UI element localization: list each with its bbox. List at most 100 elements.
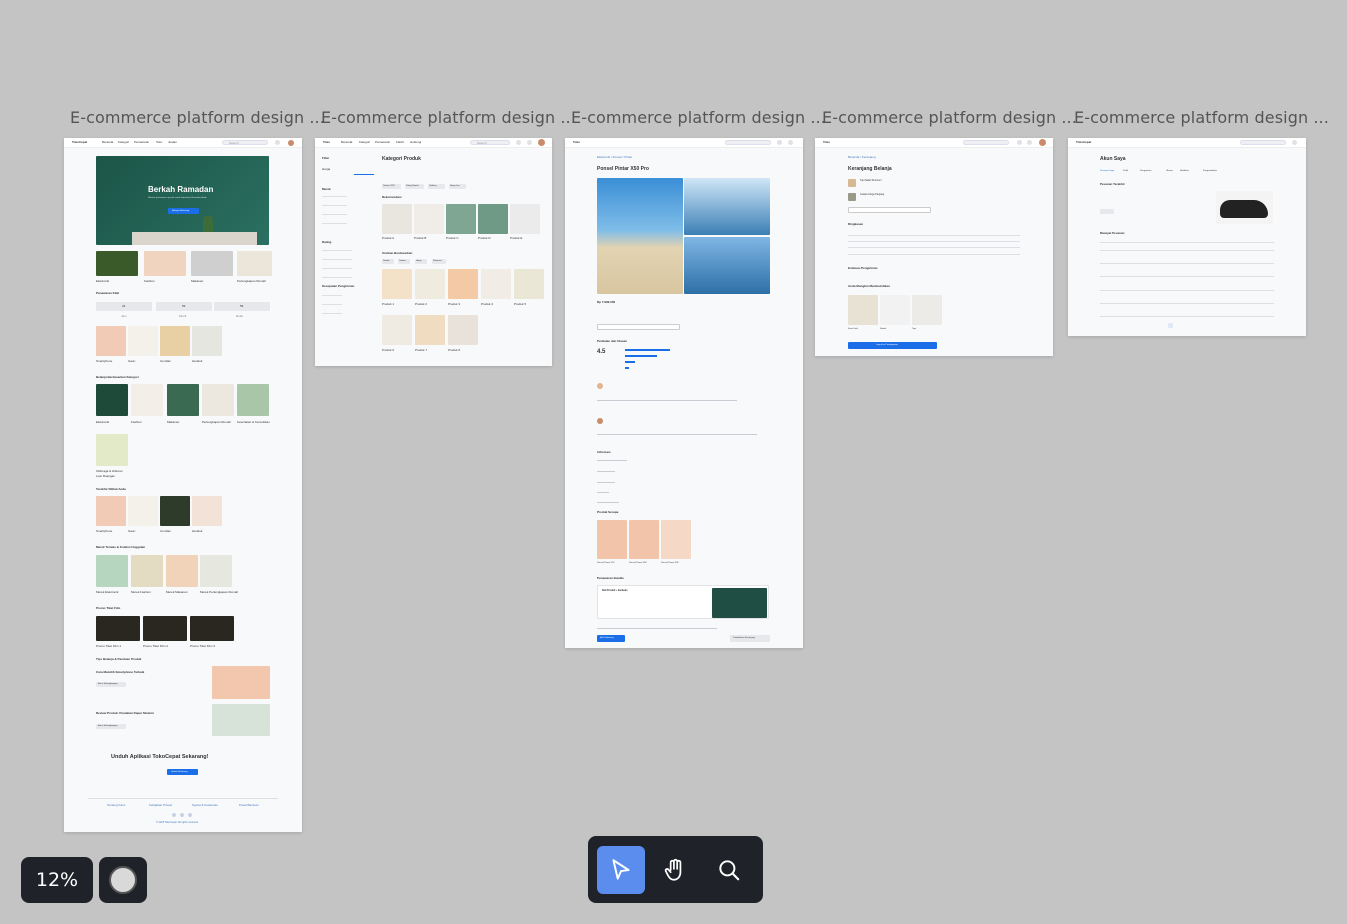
pagination-active[interactable] [1168,323,1173,328]
brand-image[interactable] [200,555,232,587]
account-tab[interactable]: Profil [1123,170,1128,172]
zoom-level-indicator[interactable]: 12% [21,857,93,903]
bycat-image[interactable] [96,434,128,466]
heart-icon[interactable] [516,140,521,145]
cat-fashion-image[interactable] [144,251,186,276]
bundle-card[interactable]: Beli Produk + Earbuds [597,585,769,619]
cart-item-image[interactable] [848,179,856,187]
avatar[interactable] [538,139,545,146]
product-image[interactable] [478,204,508,234]
product-image[interactable] [514,269,544,299]
tip-read-more-button[interactable]: Baca Selengkapnya [96,682,126,687]
cat-home-image[interactable] [237,251,272,276]
cart-search-input[interactable] [963,140,1009,145]
cart-icon[interactable] [527,140,532,145]
sort-chip[interactable]: Rekomen [432,259,446,264]
home-brand[interactable]: TokoCepat [72,141,87,144]
product-image[interactable] [481,269,511,299]
account-tab[interactable]: Notifikasi [1180,170,1189,172]
cart-icon[interactable] [275,140,280,145]
product-brand[interactable]: Toko [573,141,580,144]
brand-image[interactable] [96,555,128,587]
order-detail-button[interactable] [1100,209,1114,214]
catalog-search-input[interactable]: Search [470,140,510,145]
price-slider[interactable] [354,174,374,175]
bycat-image[interactable] [96,384,128,416]
product-search-input[interactable] [725,140,771,145]
breadcrumb[interactable]: Beranda / Keranjang [848,156,876,159]
filter-option[interactable] [322,214,347,215]
product-main-image[interactable] [597,178,683,294]
product-image[interactable] [448,269,478,299]
home-nav-item[interactable]: Beranda [102,141,113,144]
account-tab[interactable]: Pengaturan [1140,170,1151,172]
tip-title[interactable]: Review Produk: Peralatan Dapur Modern [96,712,154,715]
cat-food-image[interactable] [191,251,233,276]
product-gallery-image[interactable] [684,178,770,235]
avatar[interactable] [288,140,294,146]
filter-chip[interactable]: Harga Low [449,184,466,189]
cat-electronics-image[interactable] [96,251,138,276]
app-download-button[interactable]: Unduh Sekarang [167,769,198,775]
tip-title[interactable]: Cara Memilih Smartphone Terbaik [96,671,144,674]
filter-option[interactable] [322,295,342,296]
bycat-image[interactable] [131,384,163,416]
frame-title-4[interactable]: E-commerce platform design ... [822,108,1077,127]
catalog-brand[interactable]: Toko [323,141,330,144]
product-image[interactable] [382,315,412,345]
product-gallery-image[interactable] [684,237,770,294]
tip-read-more-button[interactable]: Baca Selengkapnya [96,724,126,729]
flash-item-image[interactable] [192,326,222,356]
recommend-image[interactable] [912,295,942,325]
social-icon[interactable] [172,813,176,817]
frame-title-1[interactable]: E-commerce platform design ... [70,108,325,127]
brand-image[interactable] [166,555,198,587]
viewed-item-image[interactable] [160,496,190,526]
filter-option[interactable] [322,205,347,206]
related-image[interactable] [661,520,691,559]
home-nav-item[interactable]: Jualan [168,141,177,144]
frame-title-2[interactable]: E-commerce platform design ... [321,108,576,127]
heart-icon[interactable] [777,140,782,145]
home-search-input[interactable]: Search [222,140,268,145]
filter-option[interactable] [322,268,352,269]
related-image[interactable] [629,520,659,559]
account-search-input[interactable] [1240,140,1286,145]
filter-chip[interactable]: Clothing [428,184,445,189]
frame-account[interactable]: TokoCepat Akun Saya Pesanan Saya Profil … [1068,138,1306,336]
viewed-item-image[interactable] [192,496,222,526]
cart-brand[interactable]: Toko [823,141,830,144]
footer-link[interactable]: Syarat & Ketentuan [192,804,218,807]
checkout-button[interactable]: Lanjut ke Pembayaran [848,342,937,349]
social-icon[interactable] [180,813,184,817]
filter-chip[interactable]: Paling Populer [405,184,424,189]
bycat-image[interactable] [237,384,269,416]
avatar[interactable] [1039,139,1046,146]
hero-cta-button[interactable]: Belanja Sekarang [168,208,199,214]
product-image[interactable] [415,315,445,345]
brand-image[interactable] [131,555,163,587]
sort-chip[interactable]: Terbaik [382,259,394,264]
frame-cart[interactable]: Toko Beranda / Keranjang Keranjang Belan… [815,138,1053,356]
frame-product[interactable]: Toko Elektronik / Ponsel / Pintar Ponsel… [565,138,803,648]
product-image[interactable] [415,269,445,299]
frame-title-3[interactable]: E-commerce platform design ... [571,108,826,127]
buy-now-button[interactable]: Beli Sekarang [597,635,625,642]
home-nav-item[interactable]: Penawaran [134,141,149,144]
flash-item-image[interactable] [160,326,190,356]
footer-link[interactable]: Pusat Bantuan [239,804,259,807]
home-nav-item[interactable]: Toko [156,141,162,144]
product-image[interactable] [414,204,444,234]
account-tab[interactable]: Pesanan Saya [1100,170,1114,172]
frame-catalog[interactable]: Toko Beranda Kategori Penawaran Flash! H… [315,138,552,366]
filter-option[interactable] [322,304,342,305]
catalog-nav-item[interactable]: Flash! [396,141,404,144]
promo-image[interactable] [190,616,234,641]
filter-option[interactable] [322,259,352,260]
footer-link[interactable]: Kebijakan Privasi [149,804,172,807]
related-image[interactable] [597,520,627,559]
add-to-cart-button[interactable]: Tambahkan Keranjang [730,635,770,642]
footer-link[interactable]: Tentang Kami [107,804,125,807]
bycat-image[interactable] [202,384,234,416]
viewed-item-image[interactable] [96,496,126,526]
